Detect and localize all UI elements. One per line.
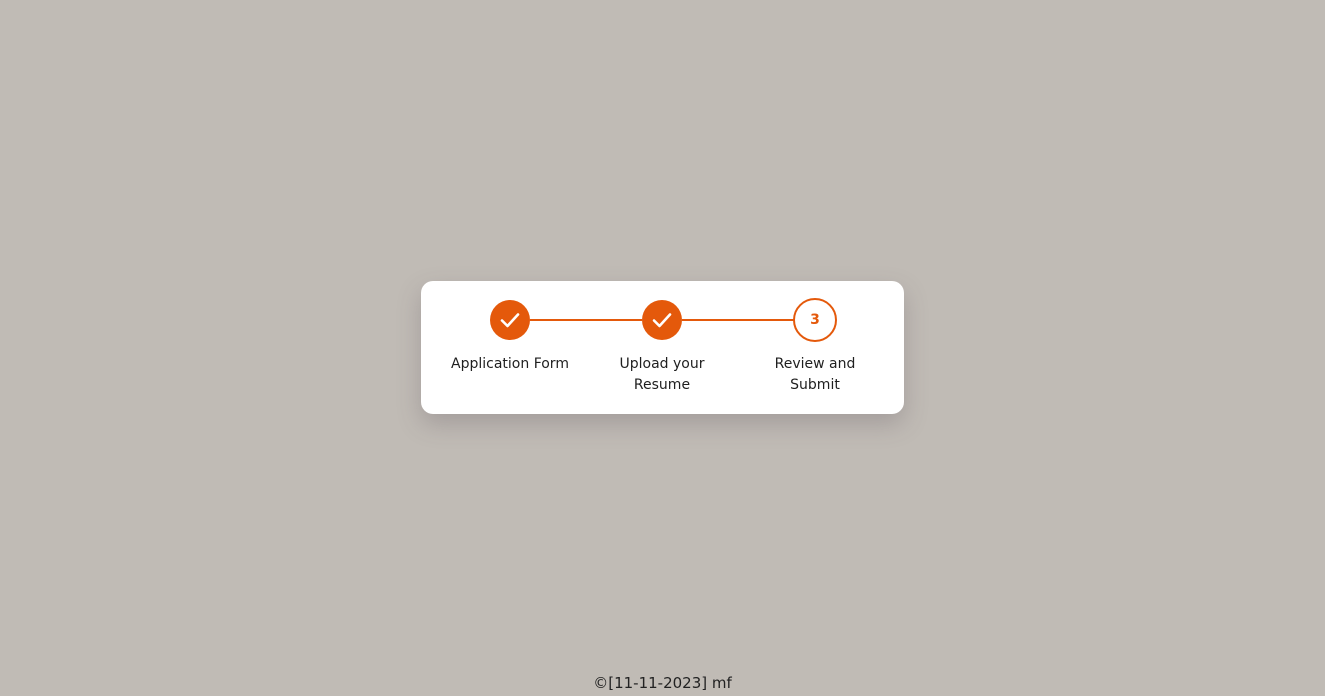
step-1-indicator bbox=[490, 300, 530, 340]
step-label: Review and Submit bbox=[774, 356, 856, 393]
step-2-indicator bbox=[642, 300, 682, 340]
footer-copyright: ©[11-11-2023] mf bbox=[593, 674, 732, 692]
step-application-form[interactable]: Application Form bbox=[440, 300, 580, 375]
check-icon bbox=[500, 313, 520, 328]
step-3-indicator: 3 bbox=[793, 298, 837, 342]
step-label: Upload your Resume bbox=[619, 356, 705, 393]
page: Application Form Upload your Resume 3 Re… bbox=[0, 0, 1325, 696]
stepper-card: Application Form Upload your Resume 3 Re… bbox=[421, 281, 904, 414]
step-review-submit[interactable]: 3 Review and Submit bbox=[745, 298, 885, 396]
step-upload-resume[interactable]: Upload your Resume bbox=[592, 300, 732, 396]
step-label: Application Form bbox=[451, 356, 569, 372]
check-icon bbox=[652, 313, 672, 328]
